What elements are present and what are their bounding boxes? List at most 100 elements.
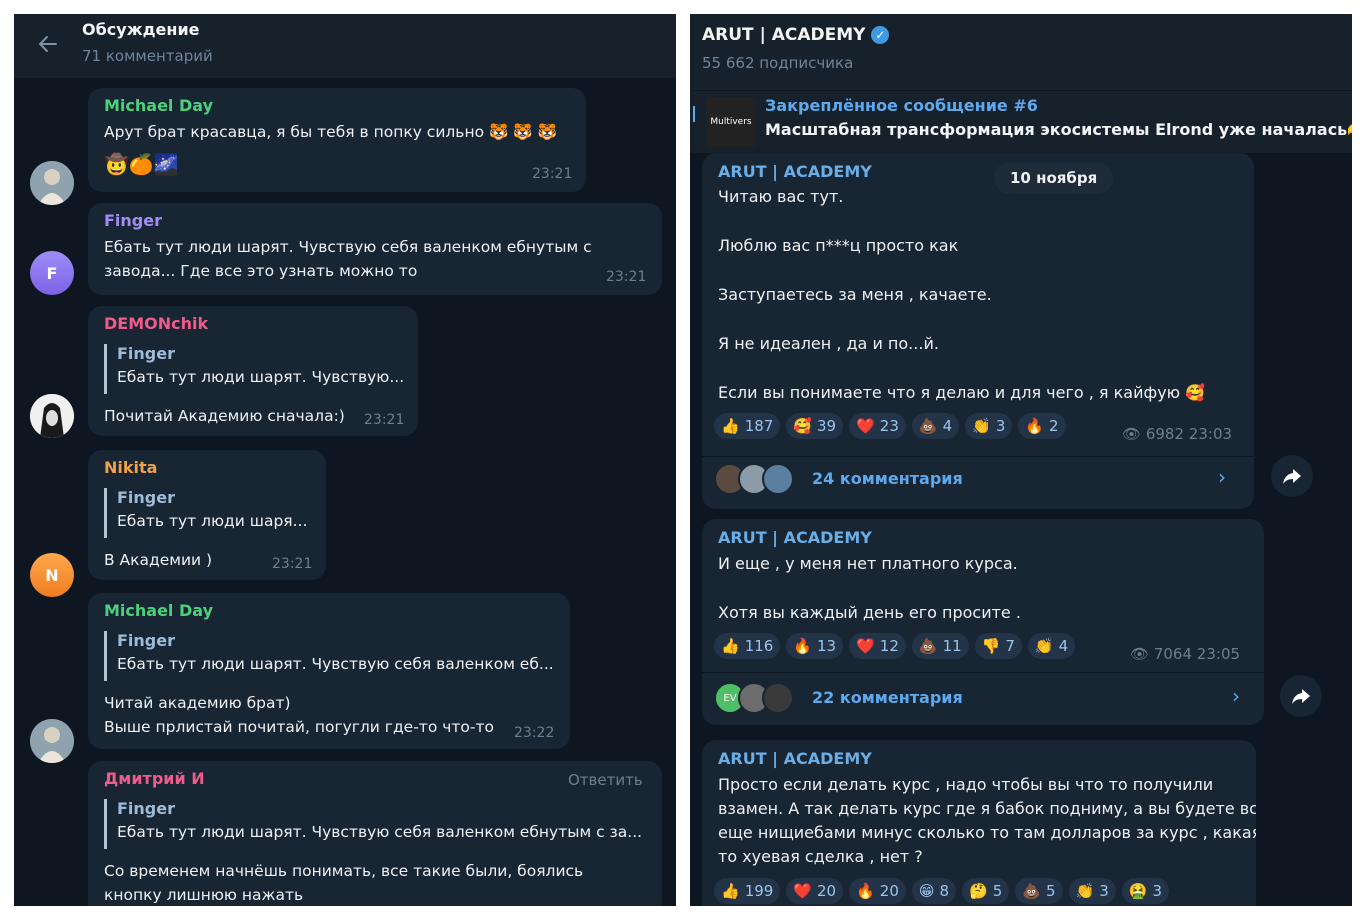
avatar bbox=[762, 682, 794, 714]
quote-author: Finger bbox=[117, 488, 175, 507]
pinned-indicator bbox=[693, 106, 695, 122]
reply-quote[interactable]: Finger Ебать тут люди шаря... bbox=[104, 488, 317, 538]
divider bbox=[702, 456, 1254, 457]
reaction-chip[interactable]: 👍 199 bbox=[714, 878, 781, 904]
comment-text: Со временем начнёшь понимать, все такие … bbox=[104, 862, 584, 880]
share-button[interactable] bbox=[1280, 675, 1322, 717]
thumbnail-label: Multivers bbox=[710, 117, 752, 127]
comment-author[interactable]: DEMONchik bbox=[104, 314, 208, 333]
reaction-chip[interactable]: 🔥 20 bbox=[849, 878, 906, 904]
reaction-chip[interactable]: 🥰 39 bbox=[786, 413, 844, 439]
comment-count: 71 комментарий bbox=[82, 47, 213, 65]
reaction-count: 4 bbox=[1058, 637, 1069, 655]
comment-bubble[interactable]: Michael Day Finger Ебать тут люди шарят.… bbox=[88, 593, 570, 749]
reaction-chip[interactable]: 💩 5 bbox=[1015, 878, 1063, 904]
comment-time: 23:21 bbox=[364, 412, 405, 428]
comment-author[interactable]: Finger bbox=[104, 211, 162, 230]
comments-link[interactable]: 24 комментария bbox=[812, 469, 963, 488]
views-value: 7064 bbox=[1153, 645, 1193, 663]
post-author[interactable]: ARUT | ACADEMY bbox=[718, 162, 872, 181]
comment-author[interactable]: Nikita bbox=[104, 458, 157, 477]
reaction-chip[interactable]: ❤️ 20 bbox=[786, 878, 844, 904]
reaction-emoji: 💩 bbox=[1022, 882, 1041, 900]
comment-bubble[interactable]: DEMONchik Finger Ебать тут люди шарят. Ч… bbox=[88, 306, 418, 436]
comment-text: Почитай Академию сначала:) bbox=[104, 407, 345, 425]
reaction-emoji: ❤️ bbox=[856, 637, 875, 655]
post-line: Заступаетесь за меня , качаете. bbox=[718, 285, 992, 304]
comment-author[interactable]: Дмитрий И bbox=[104, 769, 205, 788]
reaction-chip[interactable]: 🤮 3 bbox=[1121, 878, 1170, 904]
reaction-chip[interactable]: 🔥 2 bbox=[1018, 413, 1066, 439]
comment-bubble[interactable]: Michael Day Арут брат красавца, я бы теб… bbox=[88, 88, 586, 192]
reaction-emoji: 🤮 bbox=[1128, 882, 1148, 900]
channel-post[interactable]: ARUT | ACADEMY Просто если делать курс ,… bbox=[702, 740, 1256, 906]
post-line: взамен. А так делать курс где я бабок по… bbox=[718, 799, 1256, 818]
pinned-message-bar[interactable]: Multivers Закреплённое сообщение #6 Масш… bbox=[690, 90, 1352, 153]
avatar[interactable]: F bbox=[30, 251, 74, 295]
channel-post[interactable]: ARUT | ACADEMY И еще , у меня нет платно… bbox=[702, 519, 1264, 725]
view-count: 👁 6982 23:03 bbox=[1122, 425, 1232, 443]
chevron-right-icon[interactable]: › bbox=[1232, 684, 1240, 708]
comment-text: кнопку лишнюю нажать bbox=[104, 886, 304, 904]
comment-author[interactable]: Michael Day bbox=[104, 601, 213, 620]
comment-bubble[interactable]: Finger Ебать тут люди шарят. Чувствую се… bbox=[88, 203, 662, 295]
reaction-count: 3 bbox=[1099, 882, 1109, 900]
quote-author: Finger bbox=[117, 799, 175, 818]
reaction-chip[interactable]: 👏 3 bbox=[1068, 878, 1116, 904]
reaction-emoji: 🔥 bbox=[1025, 417, 1045, 435]
reaction-chip[interactable]: 💩 4 bbox=[911, 413, 960, 439]
reactions-row: 👍 116 🔥 13 ❤️ 12 💩 11 👎 7 👏 4 bbox=[714, 633, 1076, 659]
comments-link[interactable]: 22 комментария bbox=[812, 688, 963, 707]
reaction-emoji: 👏 bbox=[1075, 882, 1095, 900]
channel-title-row[interactable]: ARUT | ACADEMY ✓ bbox=[702, 25, 890, 45]
reaction-count: 8 bbox=[939, 882, 950, 900]
avatar[interactable] bbox=[30, 161, 74, 205]
reaction-chip[interactable]: ❤️ 23 bbox=[849, 413, 906, 439]
reaction-count: 199 bbox=[744, 882, 774, 900]
reaction-chip[interactable]: 👎 7 bbox=[974, 633, 1022, 659]
comment-emoji-line: 🤠🍊🌌 bbox=[104, 152, 179, 176]
reaction-chip[interactable]: 🤔 5 bbox=[962, 878, 1010, 904]
share-icon bbox=[1283, 469, 1301, 484]
reply-quote[interactable]: Finger Ебать тут люди шарят. Чувствую се… bbox=[104, 799, 647, 849]
avatar bbox=[762, 463, 794, 495]
avatar[interactable]: N bbox=[30, 553, 74, 597]
avatar[interactable] bbox=[30, 719, 74, 763]
reply-quote[interactable]: Finger Ебать тут люди шарят. Чувствую се… bbox=[104, 631, 562, 681]
reaction-chip[interactable]: 👏 3 bbox=[965, 413, 1013, 439]
share-button[interactable] bbox=[1271, 455, 1313, 497]
reaction-count: 13 bbox=[817, 637, 837, 655]
commenter-avatars bbox=[714, 463, 794, 495]
comment-bubble[interactable]: Дмитрий И Ответить Finger Ебать тут люди… bbox=[88, 761, 662, 906]
reaction-emoji: ❤️ bbox=[856, 417, 875, 435]
reply-quote[interactable]: Finger Ебать тут люди шарят. Чувствую... bbox=[104, 344, 407, 394]
reaction-chip[interactable]: ❤️ 12 bbox=[849, 633, 906, 659]
reaction-count: 2 bbox=[1049, 417, 1059, 435]
reaction-emoji: 👏 bbox=[972, 417, 991, 435]
channel-post[interactable]: ARUT | ACADEMY 10 ноября Читаю вас тут. … bbox=[702, 153, 1254, 509]
reply-button[interactable]: Ответить bbox=[568, 771, 643, 789]
post-author[interactable]: ARUT | ACADEMY bbox=[718, 749, 872, 768]
reaction-chip[interactable]: 👍 116 bbox=[714, 633, 781, 659]
comment-time: 23:21 bbox=[606, 269, 647, 285]
post-author[interactable]: ARUT | ACADEMY bbox=[718, 528, 872, 547]
reaction-chip[interactable]: 👏 4 bbox=[1027, 633, 1076, 659]
comment-bubble[interactable]: Nikita Finger Ебать тут люди шаря... В А… bbox=[88, 450, 326, 580]
reaction-chip[interactable]: 👍 187 bbox=[714, 413, 781, 439]
reaction-chip[interactable]: 🔥 13 bbox=[786, 633, 844, 659]
channel-title: ARUT | ACADEMY bbox=[702, 25, 866, 45]
reaction-chip[interactable]: 💩 11 bbox=[911, 633, 969, 659]
reaction-chip[interactable]: 😁 8 bbox=[911, 878, 957, 904]
comment-time: 23:22 bbox=[514, 725, 555, 741]
view-count: 👁 7064 23:05 bbox=[1130, 645, 1240, 663]
quote-text: Ебать тут люди шарят. Чувствую... bbox=[117, 368, 405, 386]
chevron-right-icon[interactable]: › bbox=[1218, 465, 1226, 489]
avatar[interactable] bbox=[30, 394, 74, 438]
avatar-letter: F bbox=[46, 263, 58, 283]
comment-author[interactable]: Michael Day bbox=[104, 96, 213, 115]
reaction-emoji: ❤️ bbox=[793, 882, 813, 900]
reaction-count: 20 bbox=[817, 882, 837, 900]
reaction-emoji: 🔥 bbox=[856, 882, 875, 900]
back-arrow-icon[interactable] bbox=[34, 30, 62, 58]
reactions-row: 👍 187 🥰 39 ❤️ 23 💩 4 👏 3 🔥 2 bbox=[714, 413, 1066, 439]
